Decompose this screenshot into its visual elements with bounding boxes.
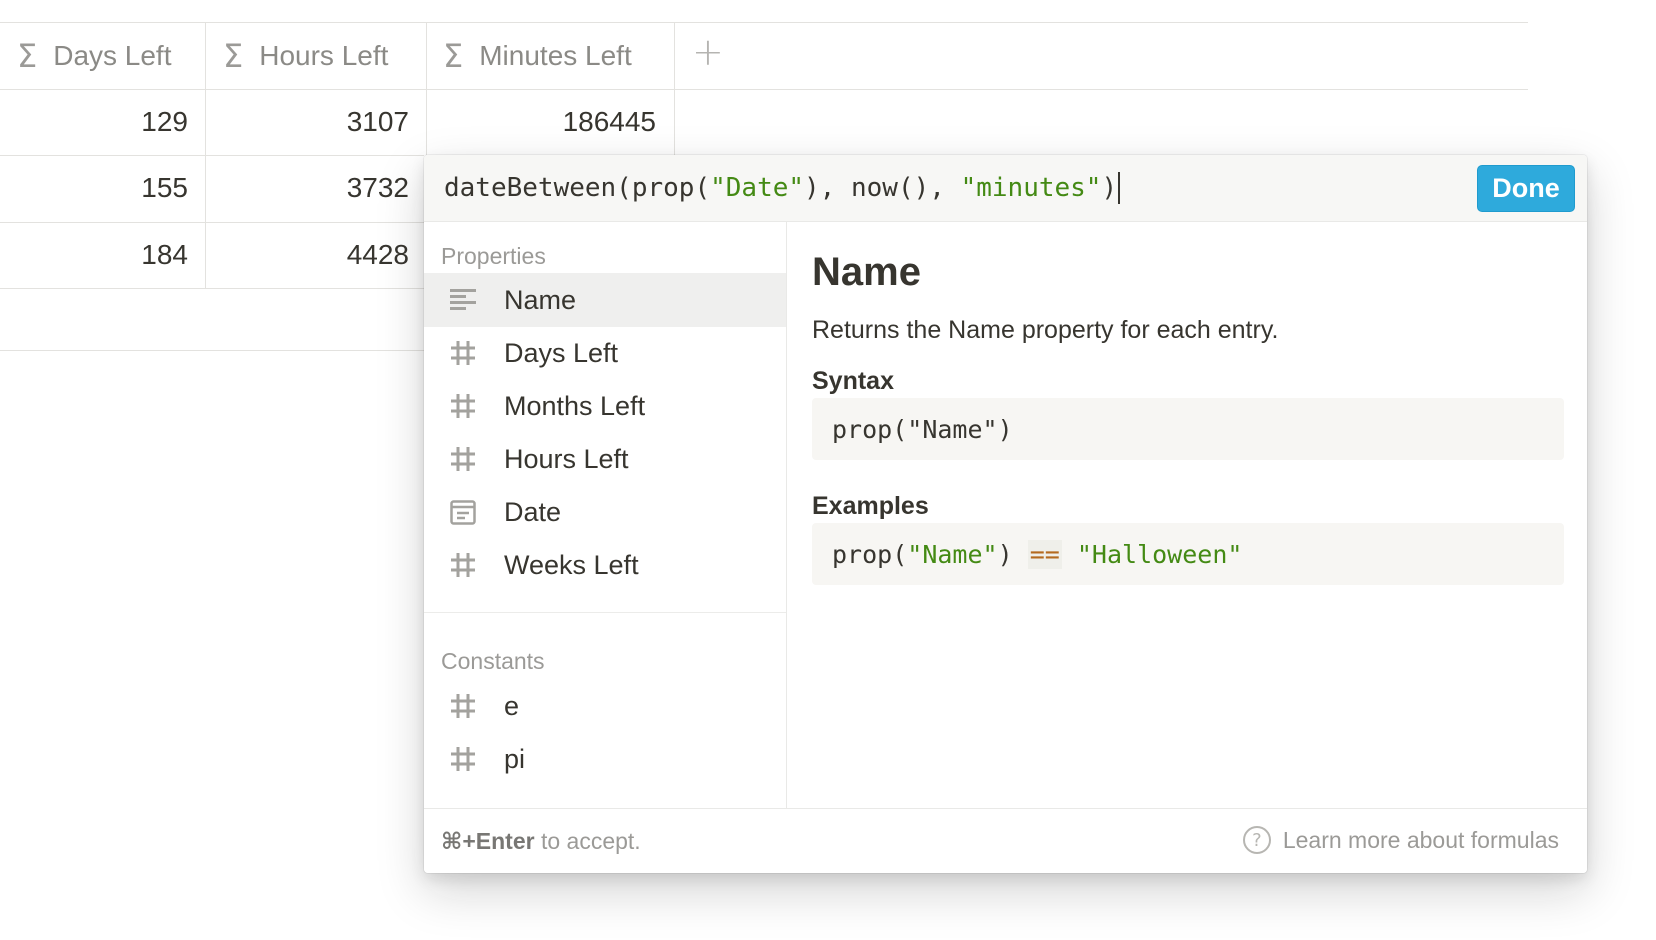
examples-heading: Examples <box>812 492 929 520</box>
properties-heading: Properties <box>441 243 546 269</box>
property-label: Months Left <box>504 390 646 421</box>
doc-description: Returns the Name property for each entry… <box>812 316 1279 344</box>
text-lines-icon <box>448 285 478 315</box>
hash-icon <box>448 691 478 721</box>
property-item-months-left[interactable]: Months Left <box>424 379 786 433</box>
sigma-icon: Σ <box>223 37 244 75</box>
formula-token: dateBetween(prop( <box>444 173 711 203</box>
sigma-icon: Σ <box>17 37 38 75</box>
column-header-days-left[interactable]: Σ Days Left <box>17 23 205 89</box>
hash-icon <box>448 744 478 774</box>
code-token: prop( <box>832 414 908 444</box>
table-cell-days[interactable]: 155 <box>0 155 188 221</box>
row-border <box>0 288 424 289</box>
column-divider <box>674 22 675 155</box>
property-item-date[interactable]: Date <box>424 485 786 539</box>
table-cell-hours[interactable]: 4428 <box>206 222 409 288</box>
hash-icon <box>448 391 478 421</box>
column-header-hours-left[interactable]: Σ Hours Left <box>223 23 426 89</box>
table-cell-minutes[interactable]: 186445 <box>427 89 656 155</box>
code-token: "Name" <box>907 414 998 444</box>
property-item-weeks-left[interactable]: Weeks Left <box>424 538 786 592</box>
code-operator-token: == <box>1027 539 1062 569</box>
table-cell-hours[interactable]: 3107 <box>206 89 409 155</box>
doc-title: Name <box>812 250 921 294</box>
property-label: Name <box>504 284 577 315</box>
accept-hint: ⌘+Enter to accept. <box>441 828 641 855</box>
example-code-block: prop("Name") == "Halloween" <box>812 523 1564 585</box>
code-token: ) <box>997 414 1013 444</box>
formula-input[interactable]: dateBetween(prop("Date"), now(), "minute… <box>424 155 1587 222</box>
popup-footer: ⌘+Enter to accept. ? Learn more about fo… <box>424 808 1587 873</box>
code-token: ) <box>997 539 1028 569</box>
calendar-icon <box>448 497 478 527</box>
column-header-label: Days Left <box>53 40 172 71</box>
column-header-label: Hours Left <box>259 40 389 71</box>
hash-icon <box>448 338 478 368</box>
property-label: Days Left <box>504 337 619 368</box>
row-border <box>0 350 424 351</box>
formula-string-token: "minutes" <box>960 173 1102 203</box>
property-label: Hours Left <box>504 443 629 474</box>
question-circle-icon: ? <box>1242 826 1271 854</box>
done-button[interactable]: Done <box>1477 165 1575 212</box>
constant-label: e <box>504 690 520 721</box>
learn-more-label: Learn more about formulas <box>1282 826 1559 853</box>
code-token: prop( <box>832 539 908 569</box>
formula-suggestions-list[interactable]: Properties Name Days Left Months Left Ho… <box>424 222 787 808</box>
formula-editor-popup: dateBetween(prop("Date"), now(), "minute… <box>424 155 1587 873</box>
property-label: Weeks Left <box>504 549 639 580</box>
hint-text: to accept. <box>534 827 641 854</box>
documentation-panel: Name Returns the Name property for each … <box>788 222 1587 808</box>
syntax-heading: Syntax <box>812 367 894 395</box>
constant-item-e[interactable]: e <box>424 679 786 733</box>
formula-code: dateBetween(prop("Date"), now(), "minute… <box>444 172 1121 204</box>
text-caret <box>1118 172 1121 204</box>
formula-token: ) <box>1101 173 1118 203</box>
section-divider <box>424 612 786 613</box>
property-item-days-left[interactable]: Days Left <box>424 326 786 380</box>
property-item-name[interactable]: Name <box>424 273 786 327</box>
syntax-code-block: prop("Name") <box>812 398 1564 460</box>
sigma-icon: Σ <box>443 37 464 75</box>
constant-item-pi[interactable]: pi <box>424 732 786 786</box>
column-header-label: Minutes Left <box>479 40 632 71</box>
add-column-button[interactable]: + <box>692 30 724 74</box>
formula-token: ), now(), <box>804 173 961 203</box>
constant-label: pi <box>504 743 526 774</box>
formula-string-token: "Date" <box>710 173 805 203</box>
table-cell-days[interactable]: 129 <box>0 89 188 155</box>
property-item-hours-left[interactable]: Hours Left <box>424 432 786 486</box>
hash-icon <box>448 550 478 580</box>
column-header-minutes-left[interactable]: Σ Minutes Left <box>443 23 674 89</box>
shortcut-key: ⌘+Enter <box>441 827 535 854</box>
property-label: Date <box>504 496 562 527</box>
learn-more-link[interactable]: ? Learn more about formulas <box>1242 826 1559 854</box>
code-string-token: "Name" <box>907 539 998 569</box>
constants-heading: Constants <box>441 648 545 674</box>
code-string-token: "Halloween" <box>1076 539 1243 569</box>
hash-icon <box>448 444 478 474</box>
table-cell-days[interactable]: 184 <box>0 222 188 288</box>
table-cell-hours[interactable]: 3732 <box>206 155 409 221</box>
